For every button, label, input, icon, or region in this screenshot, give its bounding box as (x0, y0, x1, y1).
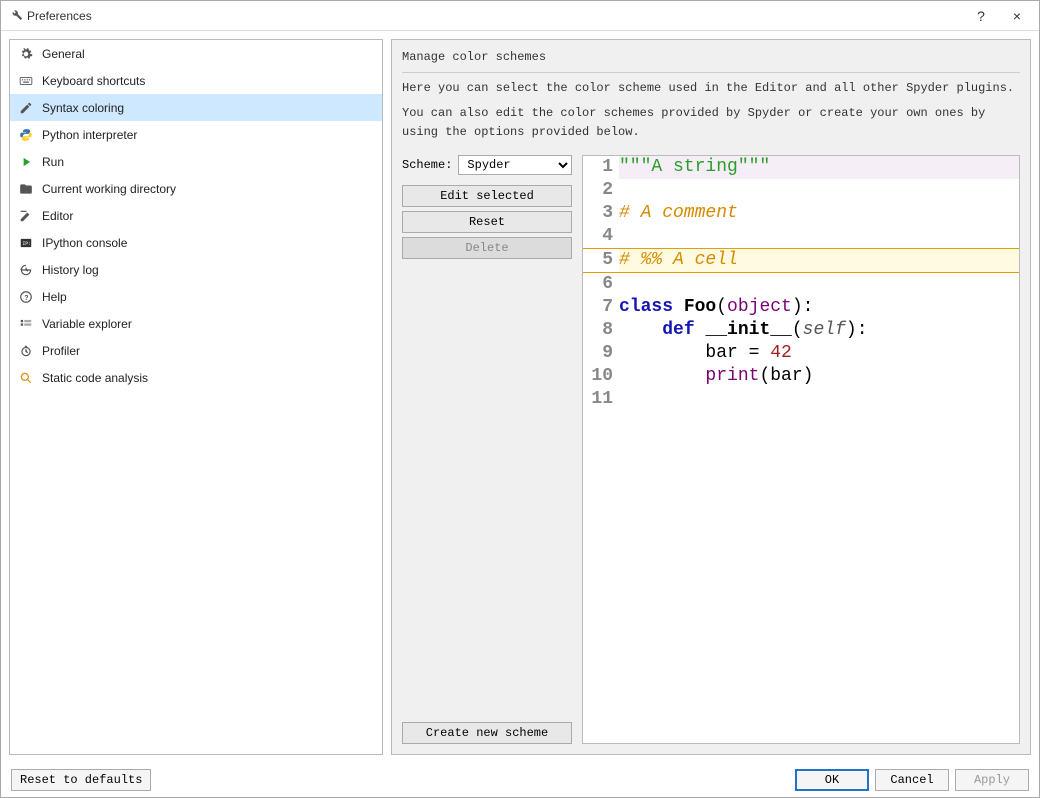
sidebar-item-label: Help (42, 290, 67, 304)
play-icon (18, 154, 34, 170)
help-button[interactable]: ? (967, 8, 995, 24)
sidebar-item-cwd[interactable]: Current working directory (10, 175, 382, 202)
code-preview: 1"""A string""" 2 3# A comment 4 5# %% A… (582, 155, 1020, 744)
description-1: Here you can select the color scheme use… (402, 79, 1020, 98)
sidebar-item-run[interactable]: Run (10, 148, 382, 175)
footer-bar: Reset to defaults OK Cancel Apply (1, 763, 1039, 797)
ipython-icon: IP: (18, 235, 34, 251)
window-controls: ? × (967, 8, 1031, 24)
close-button[interactable]: × (1003, 8, 1031, 24)
scheme-select-row: Scheme: Spyder (402, 155, 572, 175)
svg-text:IP:: IP: (23, 240, 31, 246)
titlebar: Preferences ? × (1, 1, 1039, 31)
line-number: 3 (583, 202, 619, 225)
sidebar-item-syntax-coloring[interactable]: Syntax coloring (10, 94, 382, 121)
line-number: 4 (583, 225, 619, 248)
reset-scheme-button[interactable]: Reset (402, 211, 572, 233)
history-icon (18, 262, 34, 278)
line-number: 8 (583, 319, 619, 342)
sidebar-item-label: Syntax coloring (42, 101, 124, 115)
sidebar-item-editor[interactable]: Editor (10, 202, 382, 229)
sidebar-item-label: History log (42, 263, 99, 277)
folder-icon (18, 181, 34, 197)
sidebar-item-python[interactable]: Python interpreter (10, 121, 382, 148)
sidebar-item-label: Profiler (42, 344, 80, 358)
sidebar-item-ipython[interactable]: IP: IPython console (10, 229, 382, 256)
sidebar-item-label: Python interpreter (42, 128, 137, 142)
sidebar-item-label: Run (42, 155, 64, 169)
sidebar-item-label: IPython console (42, 236, 127, 250)
line-number: 9 (583, 342, 619, 365)
sidebar-item-profiler[interactable]: Profiler (10, 337, 382, 364)
description-2: You can also edit the color schemes prov… (402, 104, 1020, 142)
line-number: 5 (583, 249, 619, 272)
create-scheme-button[interactable]: Create new scheme (402, 722, 572, 744)
sidebar-item-general[interactable]: General (10, 40, 382, 67)
sidebar-item-label: Current working directory (42, 182, 176, 196)
delete-scheme-button[interactable]: Delete (402, 237, 572, 259)
preferences-sidebar: General Keyboard shortcuts Syntax colori… (9, 39, 383, 755)
cancel-button[interactable]: Cancel (875, 769, 949, 791)
line-number: 6 (583, 273, 619, 296)
section-heading: Manage color schemes (402, 50, 1020, 64)
sidebar-item-keyboard[interactable]: Keyboard shortcuts (10, 67, 382, 94)
scheme-select[interactable]: Spyder (458, 155, 572, 175)
apply-button[interactable]: Apply (955, 769, 1029, 791)
scheme-controls: Scheme: Spyder Edit selected Reset Delet… (402, 155, 572, 744)
syntax-coloring-panel: Manage color schemes Here you can select… (391, 39, 1031, 755)
svg-text:?: ? (24, 294, 28, 301)
ok-button[interactable]: OK (795, 769, 869, 791)
sidebar-item-analysis[interactable]: Static code analysis (10, 364, 382, 391)
content-area: General Keyboard shortcuts Syntax colori… (1, 31, 1039, 763)
sidebar-item-label: Editor (42, 209, 73, 223)
line-number: 10 (583, 365, 619, 388)
sidebar-item-label: Keyboard shortcuts (42, 74, 145, 88)
analysis-icon (18, 370, 34, 386)
python-icon (18, 127, 34, 143)
help-icon: ? (18, 289, 34, 305)
reset-defaults-button[interactable]: Reset to defaults (11, 769, 151, 791)
divider (402, 72, 1020, 73)
scheme-row: Scheme: Spyder Edit selected Reset Delet… (402, 155, 1020, 744)
sidebar-item-variables[interactable]: Variable explorer (10, 310, 382, 337)
sidebar-item-label: Variable explorer (42, 317, 132, 331)
sidebar-item-label: Static code analysis (42, 371, 148, 385)
line-number: 11 (583, 388, 619, 411)
pencil-icon (18, 100, 34, 116)
gear-icon (18, 46, 34, 62)
line-number: 1 (583, 156, 619, 179)
scheme-label: Scheme: (402, 158, 452, 172)
window-title: Preferences (23, 9, 967, 23)
profiler-icon (18, 343, 34, 359)
sidebar-item-help[interactable]: ? Help (10, 283, 382, 310)
preferences-window: Preferences ? × General Keyboard shortcu… (0, 0, 1040, 798)
wrench-icon (9, 7, 23, 24)
variables-icon (18, 316, 34, 332)
line-number: 2 (583, 179, 619, 202)
edit-selected-button[interactable]: Edit selected (402, 185, 572, 207)
keyboard-icon (18, 73, 34, 89)
line-number: 7 (583, 296, 619, 319)
edit-icon (18, 208, 34, 224)
sidebar-item-label: General (42, 47, 85, 61)
sidebar-item-history[interactable]: History log (10, 256, 382, 283)
